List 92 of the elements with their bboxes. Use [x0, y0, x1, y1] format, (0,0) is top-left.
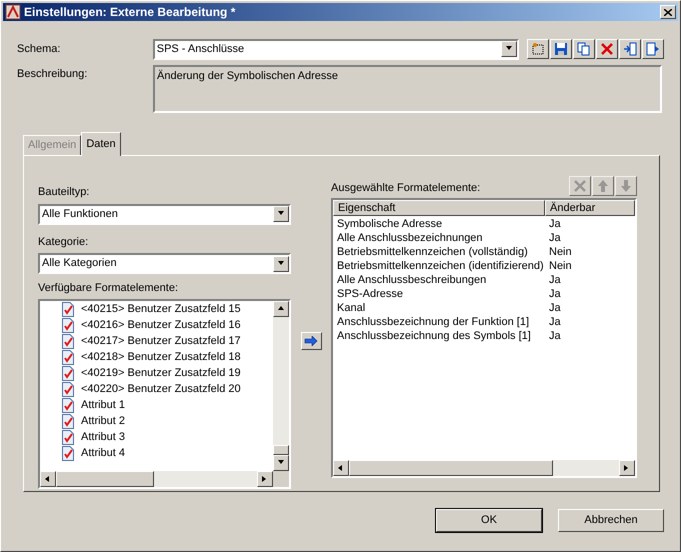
scrollbar-thumb[interactable] [273, 444, 289, 454]
available-elements-label: Verfügbare Formatelemente: [38, 281, 180, 296]
checked-document-icon [62, 446, 74, 461]
close-button[interactable] [660, 5, 676, 19]
schema-label: Schema: [17, 42, 62, 57]
scroll-left-button[interactable] [40, 470, 56, 486]
delete-icon [573, 179, 587, 193]
column-header[interactable]: Änderbar [545, 200, 635, 216]
scroll-down-button[interactable] [273, 454, 289, 470]
export-button[interactable] [642, 39, 664, 59]
checked-document-icon [62, 366, 74, 381]
table-cell-text: Betriebsmittelkennzeichen (identifizierend) [336, 258, 545, 274]
scrollbar-thumb[interactable] [349, 460, 553, 476]
up-icon [596, 179, 610, 193]
new-button[interactable] [527, 39, 549, 59]
down-icon [619, 179, 633, 193]
triangle-left-icon [337, 464, 345, 472]
checked-document-icon [62, 382, 74, 397]
checked-document-icon [62, 398, 74, 413]
table-cell-text: Ja [548, 300, 561, 316]
import-button[interactable] [619, 39, 641, 59]
component-type-label: Bauteiltyp: [38, 185, 90, 200]
table-cell-text: Alle Anschlussbezeichnungen [336, 230, 484, 246]
table-cell-text: Ja [548, 328, 561, 344]
triangle-left-icon [44, 474, 52, 482]
tree-item[interactable]: <40220> Benutzer Zusatzfeld 20 [81, 381, 241, 398]
category-dropdown[interactable]: Alle Kategorien [38, 253, 291, 274]
tree-item[interactable]: <40217> Benutzer Zusatzfeld 17 [81, 333, 241, 350]
tab[interactable]: Daten [81, 132, 121, 156]
table-cell-text: Anschlussbezeichnung der Funktion [1] [336, 314, 530, 330]
scrollbar-thumb[interactable] [56, 470, 154, 486]
scroll-left-button[interactable] [333, 460, 349, 476]
close-icon [664, 8, 672, 16]
table-cell-text: Betriebsmittelkennzeichen (vollständig) [336, 244, 529, 260]
tree-item[interactable]: Attribut 1 [81, 397, 126, 414]
add-button[interactable] [300, 332, 322, 350]
table-cell-text: Ja [548, 314, 561, 330]
tree-item[interactable]: <40218> Benutzer Zusatzfeld 18 [81, 349, 241, 366]
table-cell-text: Nein [548, 258, 572, 274]
dialog-button[interactable]: Abbrechen [558, 509, 664, 532]
checked-document-icon [62, 414, 74, 429]
horizontal-scrollbar[interactable] [40, 470, 273, 486]
vertical-scrollbar[interactable] [273, 300, 289, 470]
delete-button[interactable] [596, 39, 618, 59]
scroll-right-button[interactable] [619, 460, 635, 476]
app-icon [5, 4, 21, 20]
scroll-up-button[interactable] [273, 300, 289, 316]
table-cell-text: Nein [548, 244, 572, 260]
export-icon [646, 42, 660, 56]
copy-icon [577, 42, 591, 56]
column-header[interactable]: Eigenschaft [333, 200, 545, 216]
checked-document-icon [62, 318, 74, 333]
scrollbar-corner [273, 470, 289, 486]
window-title: Einstellungen: Externe Bearbeitung * [24, 4, 236, 21]
new-icon [531, 42, 545, 56]
table-cell-text: Alle Anschlussbeschreibungen [336, 272, 488, 288]
tree-item[interactable]: <40216> Benutzer Zusatzfeld 16 [81, 317, 241, 334]
horizontal-scrollbar[interactable] [333, 460, 635, 476]
save-button[interactable] [550, 39, 572, 59]
triangle-down-icon [277, 458, 285, 466]
checked-document-icon [62, 350, 74, 365]
category-label: Kategorie: [38, 234, 90, 250]
schema-dropdown[interactable]: SPS - Anschlüsse [152, 38, 519, 60]
table-cell-text: Ja [548, 272, 561, 288]
tree-item[interactable]: Attribut 2 [81, 413, 126, 430]
scroll-right-button[interactable] [257, 470, 273, 486]
checked-document-icon [62, 430, 74, 445]
save-icon [554, 42, 568, 56]
checked-document-icon [62, 334, 74, 349]
triangle-down-icon [277, 260, 285, 268]
component-type-dropdown[interactable]: Alle Funktionen [38, 204, 291, 224]
tree-item[interactable]: <40215> Benutzer Zusatzfeld 15 [81, 301, 241, 318]
table-cell-text: SPS-Adresse [336, 286, 404, 302]
triangle-up-icon [277, 304, 285, 312]
table-cell-text: Ja [548, 230, 561, 246]
description-field[interactable]: Änderung der Symbolischen Adresse [153, 65, 662, 113]
right-arrow-icon [304, 336, 318, 346]
checked-document-icon [62, 302, 74, 317]
table-cell-text: Symbolische Adresse [336, 216, 444, 232]
tree-item[interactable]: Attribut 4 [81, 445, 126, 462]
table-cell-text: Anschlussbezeichnung des Symbols [1] [336, 328, 532, 344]
tree-item[interactable]: Attribut 3 [81, 429, 126, 446]
dialog-button[interactable]: OK [436, 509, 542, 532]
import-icon [623, 42, 637, 56]
selected-elements-label: Ausgewählte Formatelemente: [331, 180, 480, 196]
table-cell-text: Ja [548, 216, 561, 232]
table-cell-text: Ja [548, 286, 561, 302]
delete-icon [600, 42, 614, 56]
copy-button[interactable] [573, 39, 595, 59]
description-label: Beschreibung: [17, 67, 88, 82]
table-cell-text: Kanal [336, 300, 366, 316]
tree-item[interactable]: <40219> Benutzer Zusatzfeld 19 [81, 365, 241, 382]
